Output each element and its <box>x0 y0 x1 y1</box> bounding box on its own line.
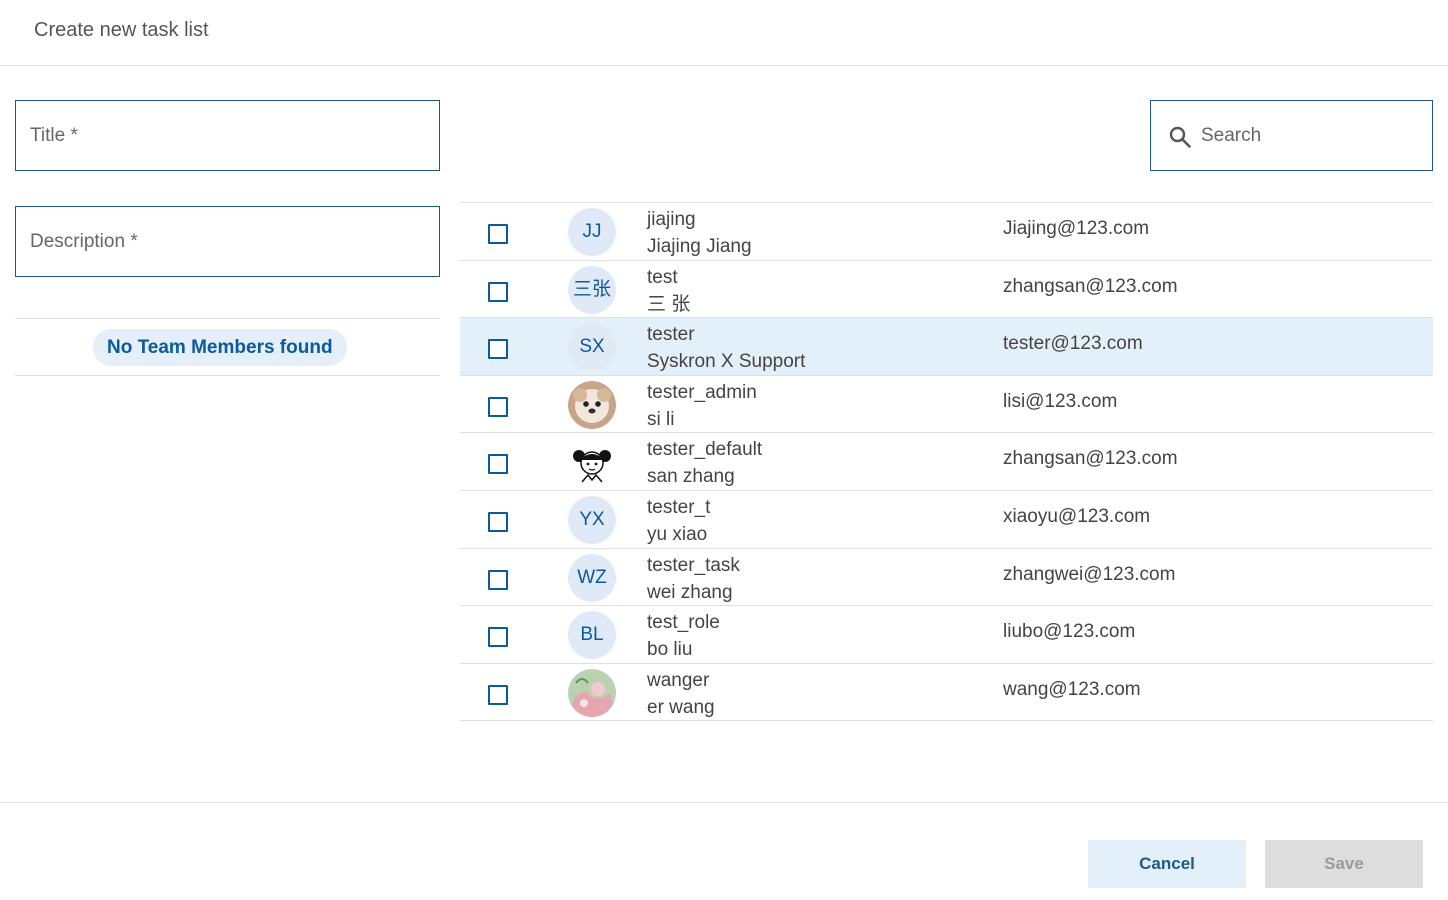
username: tester_admin <box>647 381 757 403</box>
user-email: lisi@123.com <box>1003 390 1118 412</box>
user-names: test_role bo liu <box>647 609 720 663</box>
user-names: jiajing Jiajing Jiang <box>647 206 752 260</box>
avatar-puppy-photo <box>568 380 616 429</box>
full-name: Syskron X Support <box>647 351 806 373</box>
full-name: si li <box>647 408 675 430</box>
username: tester_default <box>647 439 763 461</box>
title-field[interactable] <box>15 100 440 171</box>
title-input[interactable] <box>16 101 439 170</box>
user-email: zhangsan@123.com <box>1003 448 1178 470</box>
user-checkbox[interactable] <box>488 569 508 590</box>
no-team-members-badge: No Team Members found <box>93 329 347 366</box>
full-name: 三 张 <box>647 293 691 315</box>
user-email: Jiajing@123.com <box>1003 218 1150 239</box>
username: tester <box>647 324 695 346</box>
user-names: tester_task wei zhang <box>647 552 740 606</box>
user-names: test 三 张 <box>647 264 690 318</box>
user-checkbox[interactable] <box>488 224 508 244</box>
full-name: san zhang <box>647 466 735 488</box>
user-email: xiaoyu@123.com <box>1003 505 1151 527</box>
full-name: yu xiao <box>647 523 708 545</box>
avatar: JJ <box>568 208 616 256</box>
user-email: zhangwei@123.com <box>1003 563 1176 585</box>
username: tester_task <box>647 554 740 576</box>
user-checkbox[interactable] <box>488 511 508 532</box>
user-checkbox[interactable] <box>488 339 508 360</box>
user-row-tester-default[interactable]: tester_default san zhang zhangsan@123.co… <box>460 433 1433 491</box>
avatar: YX <box>568 495 616 544</box>
user-checkbox[interactable] <box>488 281 508 302</box>
user-names: wanger er wang <box>647 667 715 721</box>
description-field[interactable] <box>15 206 440 277</box>
username: wanger <box>647 669 710 691</box>
user-names: tester Syskron X Support <box>647 321 805 375</box>
full-name: wei zhang <box>647 581 733 603</box>
user-checkbox[interactable] <box>488 454 508 475</box>
user-names: tester_default san zhang <box>647 436 762 490</box>
description-input[interactable] <box>16 207 439 276</box>
full-name: er wang <box>647 696 715 718</box>
user-email: wang@123.com <box>1003 678 1141 700</box>
user-row-tester-t[interactable]: YX tester_t yu xiao xiaoyu@123.com <box>460 491 1433 549</box>
full-name: Jiajing Jiang <box>647 236 752 257</box>
user-row-tester-admin[interactable]: tester_admin si li lisi@123.com <box>460 376 1433 434</box>
user-row-wanger[interactable]: wanger er wang wang@123.com <box>460 664 1433 722</box>
user-row-test[interactable]: 三张 test 三 张 zhangsan@123.com <box>460 261 1433 319</box>
user-list: JJ jiajing Jiajing Jiang Jiajing@123.com… <box>460 202 1433 722</box>
user-names: tester_admin si li <box>647 379 757 433</box>
username: tester_t <box>647 496 711 518</box>
user-email: zhangsan@123.com <box>1003 275 1178 297</box>
team-members-panel: No Team Members found <box>15 318 440 376</box>
avatar-cartoon-girl <box>568 438 616 487</box>
user-email: liubo@123.com <box>1003 621 1136 643</box>
username: jiajing <box>647 209 696 230</box>
user-row-jiajing[interactable]: JJ jiajing Jiajing Jiang Jiajing@123.com <box>460 203 1433 261</box>
avatar: BL <box>568 611 616 660</box>
search-input[interactable] <box>1201 101 1426 170</box>
username: test_role <box>647 612 720 634</box>
dialog-footer: Cancel Save <box>0 802 1448 900</box>
dialog-title: Create new task list <box>34 19 209 41</box>
user-checkbox[interactable] <box>488 627 508 648</box>
cancel-button[interactable]: Cancel <box>1088 840 1246 888</box>
user-row-test-role[interactable]: BL test_role bo liu liubo@123.com <box>460 606 1433 664</box>
user-row-tester[interactable]: SX tester Syskron X Support tester@123.c… <box>460 318 1433 376</box>
user-checkbox[interactable] <box>488 684 508 705</box>
dialog-header: Create new task list <box>0 0 1448 66</box>
full-name: bo liu <box>647 639 693 661</box>
avatar-illustration-photo <box>568 668 616 717</box>
search-icon <box>1169 126 1191 148</box>
user-checkbox[interactable] <box>488 396 508 417</box>
username: test <box>647 266 678 288</box>
user-names: tester_t yu xiao <box>647 494 710 548</box>
search-box[interactable] <box>1150 100 1433 171</box>
avatar: WZ <box>568 553 616 602</box>
avatar: 三张 <box>568 265 616 314</box>
avatar: SX <box>568 323 616 372</box>
save-button[interactable]: Save <box>1265 840 1423 888</box>
user-email: tester@123.com <box>1003 333 1143 355</box>
user-row-tester-task[interactable]: WZ tester_task wei zhang zhangwei@123.co… <box>460 549 1433 607</box>
